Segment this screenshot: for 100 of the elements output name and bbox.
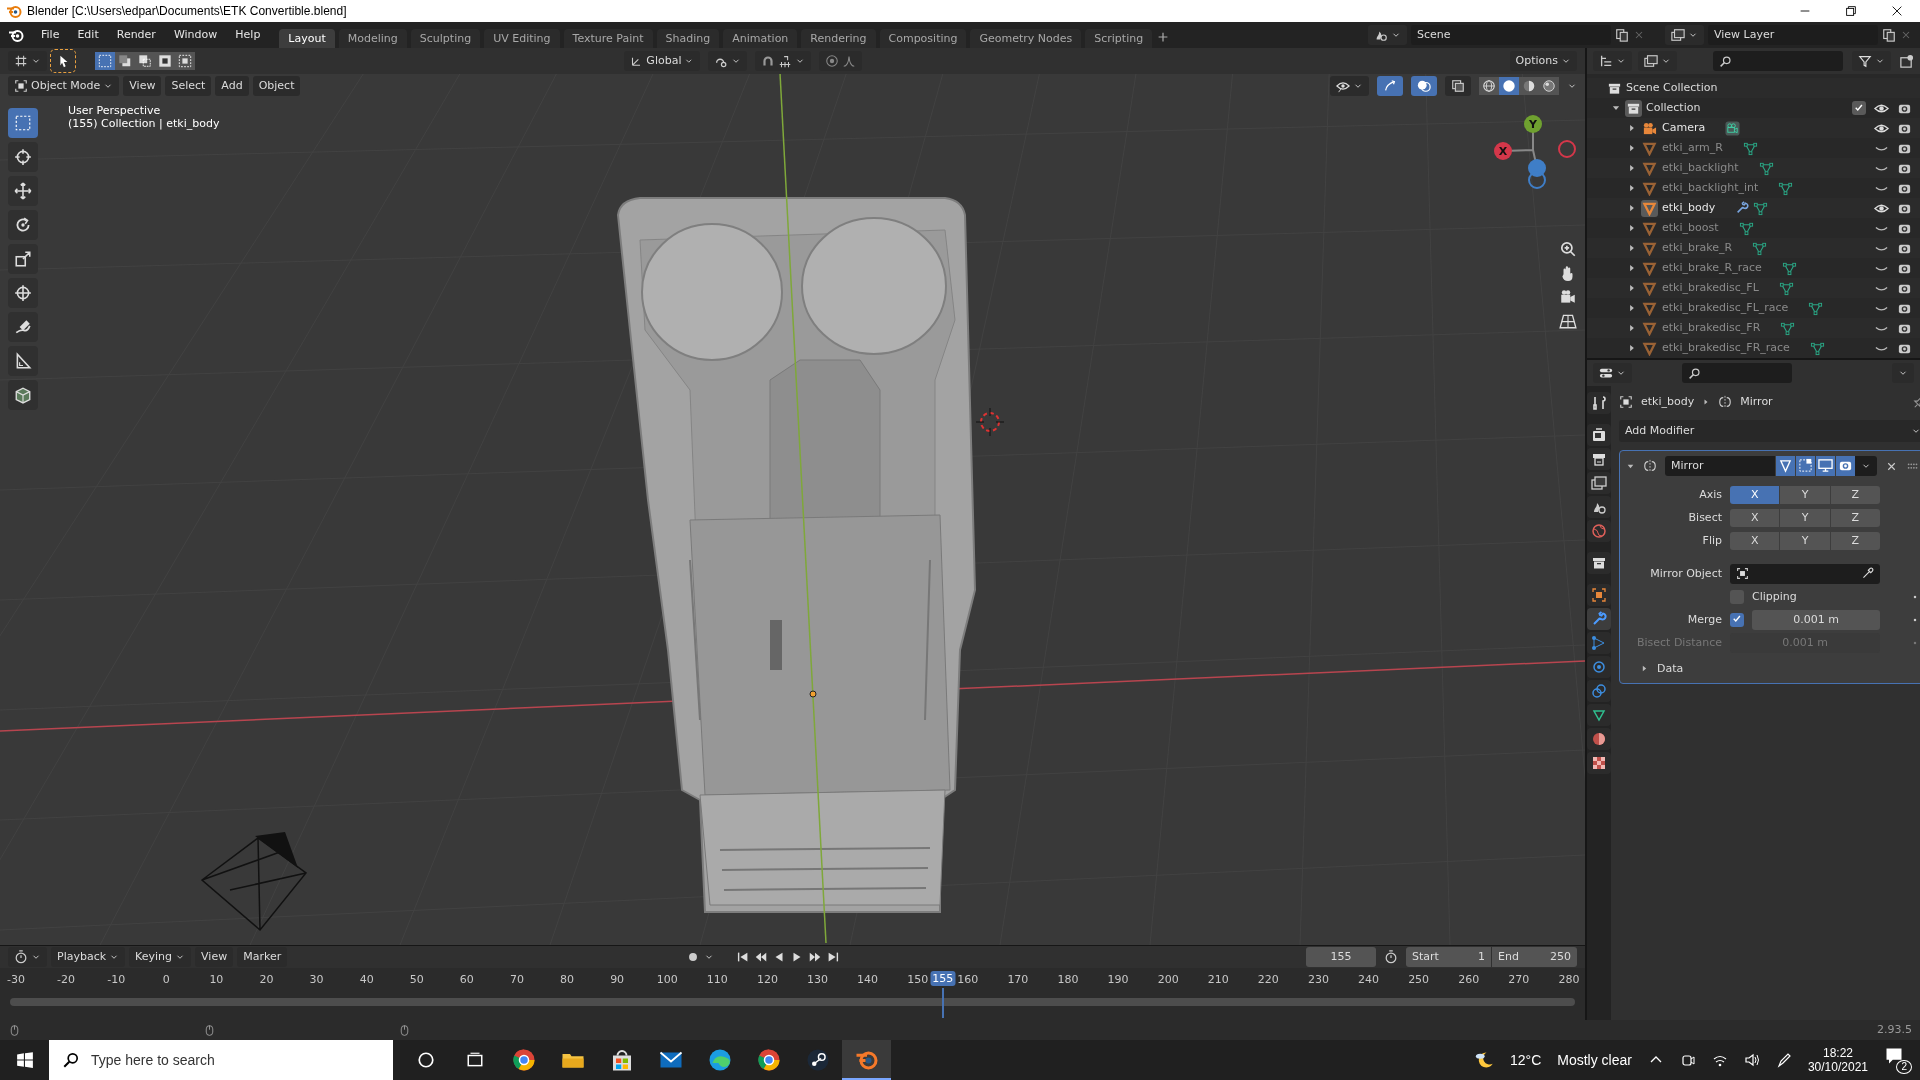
- editor-type-button[interactable]: [8, 947, 47, 967]
- end-frame-field[interactable]: End 250: [1492, 947, 1577, 967]
- jump-end-icon[interactable]: [826, 950, 841, 964]
- tree-item[interactable]: etki_arm_R: [1662, 141, 1723, 155]
- timeline-scrollbar[interactable]: [10, 998, 1575, 1006]
- rendered-shading-icon[interactable]: [1542, 79, 1556, 93]
- search-field[interactable]: [1713, 51, 1843, 71]
- options-dropdown[interactable]: Options: [1509, 51, 1577, 71]
- scale-icon[interactable]: [14, 250, 32, 268]
- mesh-data-icon[interactable]: [1742, 140, 1758, 156]
- measure-icon[interactable]: [14, 352, 32, 370]
- tree-item[interactable]: Scene Collection: [1626, 81, 1718, 95]
- mesh-data-icon[interactable]: [1778, 280, 1794, 296]
- current-frame-field[interactable]: 155: [1306, 947, 1376, 967]
- pivot-point-button[interactable]: [708, 51, 747, 71]
- select-tool-button[interactable]: [51, 50, 75, 72]
- circle-icon[interactable]: [416, 1051, 435, 1069]
- globe-icon[interactable]: [1591, 523, 1607, 539]
- overlay-toggle[interactable]: [1411, 76, 1437, 96]
- solid-shading-icon[interactable]: [1502, 79, 1516, 93]
- axis-toggle[interactable]: Z: [1830, 508, 1880, 527]
- clock-date[interactable]: 30/10/2021: [1807, 1060, 1868, 1075]
- mesh-data-icon[interactable]: [1780, 320, 1796, 336]
- menu-item[interactable]: File: [34, 26, 67, 44]
- filter-button[interactable]: [1852, 51, 1891, 71]
- transform-icon[interactable]: [14, 284, 32, 302]
- menu-item[interactable]: Window: [166, 26, 225, 44]
- mesh-data-icon[interactable]: [1591, 707, 1607, 723]
- material-shading-icon[interactable]: [1522, 79, 1536, 93]
- gizmo-toggle[interactable]: [1377, 76, 1403, 96]
- menu-item[interactable]: Keying: [129, 947, 192, 967]
- view-layer-selector[interactable]: [1665, 25, 1704, 45]
- invert-mode-icon[interactable]: [158, 54, 172, 68]
- intersect-mode-icon[interactable]: [178, 54, 192, 68]
- camera-icon[interactable]: [1679, 1052, 1696, 1068]
- mesh-data-icon[interactable]: [1781, 260, 1797, 276]
- mesh-data-icon[interactable]: [1738, 220, 1754, 236]
- move-icon[interactable]: [14, 182, 32, 200]
- collection-icon[interactable]: [1591, 555, 1607, 571]
- new-collection-icon[interactable]: [1899, 53, 1914, 69]
- checkbox[interactable]: [1730, 612, 1744, 627]
- stopwatch-icon[interactable]: [1384, 950, 1398, 964]
- axis-toggle[interactable]: Y: [1780, 485, 1830, 504]
- mode-dropdown[interactable]: Object Mode: [8, 76, 120, 96]
- round-logo-icon[interactable]: [756, 1048, 781, 1072]
- axis-toggle[interactable]: Z: [1830, 531, 1880, 550]
- wrench-icon[interactable]: [1591, 611, 1607, 627]
- menu-item[interactable]: Marker: [237, 947, 288, 967]
- axis-toggle[interactable]: Y: [1780, 508, 1830, 527]
- menu-item[interactable]: Render: [109, 26, 163, 44]
- eyedropper-icon[interactable]: [1861, 567, 1874, 580]
- orbit-icon[interactable]: [1591, 659, 1607, 675]
- view-layer-button[interactable]: [1638, 51, 1677, 71]
- new-view-layer-icon[interactable]: [1882, 28, 1896, 42]
- tree-item[interactable]: etki_boost: [1662, 221, 1719, 235]
- tree-item[interactable]: etki_brakedisc_FL_race: [1662, 301, 1789, 315]
- monitor-icon[interactable]: [1818, 458, 1833, 473]
- grid-icon[interactable]: [1559, 312, 1577, 330]
- add-cube-icon[interactable]: [14, 386, 32, 404]
- cage-icon[interactable]: [1798, 458, 1813, 473]
- rotate-icon[interactable]: [14, 216, 32, 234]
- app-logo-icon[interactable]: [8, 27, 24, 43]
- clock-time[interactable]: 18:22: [1822, 1045, 1853, 1060]
- add-modifier-dropdown[interactable]: Add Modifier: [1619, 420, 1920, 442]
- workspace-tab[interactable]: Scripting: [1085, 28, 1153, 48]
- new-scene-icon[interactable]: [1615, 28, 1629, 42]
- visibility-button[interactable]: [1330, 76, 1369, 96]
- wrench-icon[interactable]: [1735, 201, 1750, 215]
- tree-item[interactable]: etki_brakedisc_FL: [1662, 281, 1759, 295]
- include-checkbox[interactable]: [1852, 101, 1866, 115]
- editor-type-button[interactable]: [1593, 363, 1632, 383]
- object-field[interactable]: [1730, 563, 1880, 584]
- view-layer-field[interactable]: View Layer: [1708, 25, 1878, 45]
- axis-toggle[interactable]: X: [1730, 485, 1780, 504]
- workspace-tab[interactable]: Modeling: [338, 28, 407, 48]
- camera-icon[interactable]: [1559, 288, 1577, 306]
- mesh-data-icon[interactable]: [1752, 240, 1768, 256]
- menu-item[interactable]: Edit: [70, 26, 106, 44]
- axis-toggle[interactable]: Z: [1830, 485, 1880, 504]
- workspace-tab[interactable]: UV Editing: [484, 28, 560, 48]
- render-icon[interactable]: [1591, 427, 1607, 443]
- menu-item[interactable]: Playback: [51, 947, 126, 967]
- select-box-icon[interactable]: [14, 114, 32, 132]
- scene-field[interactable]: Scene: [1411, 25, 1611, 45]
- menu-item[interactable]: View: [123, 76, 162, 96]
- mesh-data-icon[interactable]: [1753, 200, 1769, 216]
- previous-keyframe-icon[interactable]: [754, 950, 769, 964]
- menu-item[interactable]: View: [195, 947, 234, 967]
- tree-item[interactable]: etki_backlight_int: [1662, 181, 1759, 195]
- tree-item[interactable]: etki_brake_R_race: [1662, 261, 1762, 275]
- workspace-tab[interactable]: Animation: [723, 28, 798, 48]
- checkbox-label[interactable]: Clipping: [1752, 589, 1797, 604]
- workspace-tab[interactable]: Layout: [279, 28, 335, 48]
- snap-button[interactable]: [755, 51, 811, 71]
- extend-mode-icon[interactable]: [118, 54, 132, 68]
- triangle-mesh-icon[interactable]: [1778, 458, 1793, 473]
- tree-item[interactable]: etki_backlight: [1662, 161, 1739, 175]
- display-mode-button[interactable]: [1593, 51, 1632, 71]
- next-keyframe-icon[interactable]: [808, 950, 823, 964]
- cursor-icon[interactable]: [14, 148, 32, 166]
